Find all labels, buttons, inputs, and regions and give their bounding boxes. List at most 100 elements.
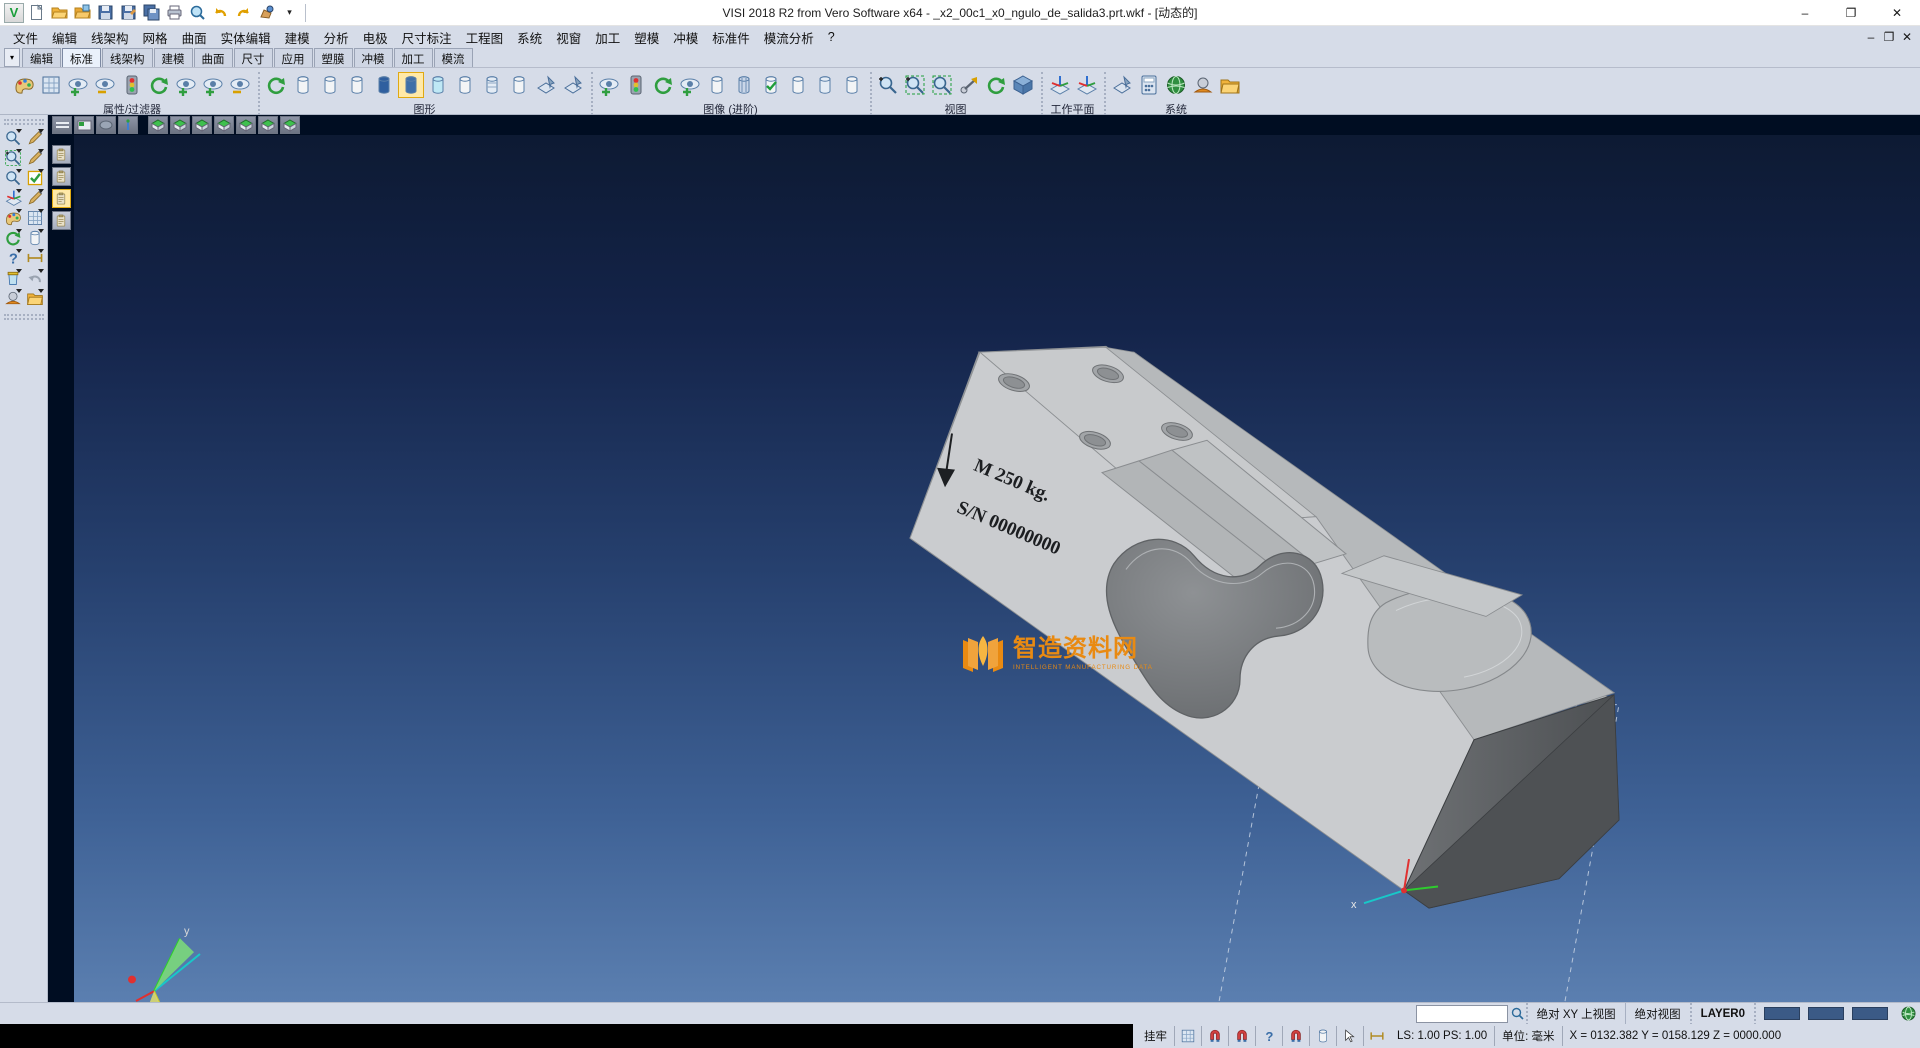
view-iso-icon[interactable]	[280, 116, 300, 134]
print-icon[interactable]	[164, 2, 185, 23]
menu-item-1[interactable]: 编辑	[45, 26, 84, 49]
mdi-restore-button[interactable]: ❐	[1880, 29, 1898, 45]
select-check-icon[interactable]	[24, 168, 46, 188]
traffic-light-advanced-icon[interactable]	[623, 72, 649, 98]
solid-tool-icon[interactable]	[24, 228, 46, 248]
zoom-tool-icon[interactable]	[2, 128, 24, 148]
new-file-icon[interactable]	[26, 2, 47, 23]
view-front-icon[interactable]	[170, 116, 190, 134]
zoom-window-tool-icon[interactable]	[2, 148, 24, 168]
close-button[interactable]: ✕	[1874, 0, 1920, 26]
menu-item-14[interactable]: 塑模	[627, 26, 666, 49]
open-folder-icon[interactable]	[49, 2, 70, 23]
add-visible-icon[interactable]	[200, 72, 226, 98]
point-snap-icon[interactable]	[1286, 1026, 1306, 1046]
menu-item-7[interactable]: 分析	[317, 26, 356, 49]
customize-dropdown-icon[interactable]: ▾	[279, 2, 300, 23]
ribbon-tab-6[interactable]: 应用	[274, 48, 313, 67]
paint-icon[interactable]	[256, 2, 277, 23]
menu-item-17[interactable]: 模流分析	[757, 26, 821, 49]
workplane-define-icon[interactable]	[1046, 72, 1072, 98]
view-back-icon[interactable]	[214, 116, 234, 134]
color-swatch-1[interactable]	[1764, 1007, 1800, 1020]
status-layer[interactable]: LAYER0	[1690, 1003, 1754, 1025]
menu-item-16[interactable]: 标准件	[705, 26, 757, 49]
menu-item-11[interactable]: 系统	[510, 26, 549, 49]
dropdown-arrow-icon[interactable]	[16, 169, 22, 173]
render-setup-icon[interactable]	[533, 72, 559, 98]
help-tool-icon[interactable]: ?	[2, 248, 24, 268]
delete-tool-icon[interactable]	[2, 268, 24, 288]
toolbar-grip-bottom[interactable]	[4, 314, 44, 320]
dropdown-arrow-icon[interactable]	[38, 289, 44, 293]
dropdown-arrow-icon[interactable]	[38, 269, 44, 273]
open-recent-icon[interactable]	[72, 2, 93, 23]
clipboard-active-icon[interactable]	[52, 189, 71, 208]
status-search-box[interactable]	[1416, 1005, 1508, 1023]
refresh-view-icon[interactable]	[146, 72, 172, 98]
file-manager-icon[interactable]	[1217, 72, 1243, 98]
save-icon[interactable]	[95, 2, 116, 23]
hidden-line-view-icon[interactable]	[317, 72, 343, 98]
edit-pencil-icon[interactable]	[24, 188, 46, 208]
rotate-view-icon[interactable]	[983, 72, 1009, 98]
striped-solid-icon[interactable]	[731, 72, 757, 98]
clipboard-copy-icon[interactable]	[52, 145, 71, 164]
clipboard-list-icon[interactable]	[52, 211, 71, 230]
globe-icon[interactable]	[1896, 1006, 1920, 1021]
rotate-tool-icon[interactable]	[2, 228, 24, 248]
zoom-in-icon[interactable]	[875, 72, 901, 98]
redo-icon[interactable]	[233, 2, 254, 23]
zoom-fit-icon[interactable]	[929, 72, 955, 98]
menu-item-15[interactable]: 冲模	[666, 26, 705, 49]
dynamic-view-icon[interactable]	[1010, 72, 1036, 98]
wire-solid-icon[interactable]	[812, 72, 838, 98]
menu-item-4[interactable]: 曲面	[175, 26, 214, 49]
zoom-dynamic-tool-icon[interactable]	[2, 168, 24, 188]
menu-item-0[interactable]: 文件	[6, 26, 45, 49]
undo-tool-icon[interactable]	[24, 268, 46, 288]
view-list-icon[interactable]	[52, 116, 72, 134]
draw-line-icon[interactable]	[24, 128, 46, 148]
grid-tool-icon[interactable]	[24, 208, 46, 228]
dropdown-arrow-icon[interactable]	[38, 249, 44, 253]
status-view-type[interactable]: 绝对视图	[1625, 1003, 1690, 1025]
view-render-icon[interactable]	[96, 116, 116, 134]
menu-item-9[interactable]: 尺寸标注	[395, 26, 459, 49]
dropdown-arrow-icon[interactable]	[16, 249, 22, 253]
measure-status-icon[interactable]	[1367, 1026, 1387, 1046]
minimize-button[interactable]: –	[1782, 0, 1828, 26]
search-input[interactable]	[1419, 1008, 1505, 1020]
dropdown-arrow-icon[interactable]	[38, 209, 44, 213]
construction-snap-icon[interactable]	[1232, 1026, 1252, 1046]
hide-entity-icon[interactable]	[92, 72, 118, 98]
3d-viewport[interactable]: x y x	[74, 135, 1920, 1002]
tab-dropdown-icon[interactable]: ▾	[4, 48, 20, 67]
isometric-solid-icon[interactable]	[839, 72, 865, 98]
dropdown-arrow-icon[interactable]	[38, 129, 44, 133]
traffic-light-filter-icon[interactable]	[119, 72, 145, 98]
check-solid-icon[interactable]	[758, 72, 784, 98]
view-left-icon[interactable]	[236, 116, 256, 134]
ribbon-tab-0[interactable]: 编辑	[22, 48, 61, 67]
status-view-mode[interactable]: 绝对 XY 上视图	[1526, 1003, 1625, 1025]
dropdown-arrow-icon[interactable]	[38, 189, 44, 193]
dropdown-arrow-icon[interactable]	[16, 149, 22, 153]
pan-icon[interactable]	[956, 72, 982, 98]
color-swatch-3[interactable]	[1852, 1007, 1888, 1020]
color-swatch-2[interactable]	[1808, 1007, 1844, 1020]
toggle-visibility-icon[interactable]	[173, 72, 199, 98]
search-icon[interactable]	[187, 2, 208, 23]
dropdown-arrow-icon[interactable]	[38, 169, 44, 173]
zoom-window-icon[interactable]	[902, 72, 928, 98]
calculator-icon[interactable]	[1136, 72, 1162, 98]
workplane-tool-icon[interactable]	[2, 188, 24, 208]
dropdown-arrow-icon[interactable]	[16, 269, 22, 273]
display-options-icon[interactable]	[560, 72, 586, 98]
view-right-icon[interactable]	[192, 116, 212, 134]
toggle-blank-icon[interactable]	[677, 72, 703, 98]
color-tool-icon[interactable]	[2, 208, 24, 228]
solid-properties-icon[interactable]	[785, 72, 811, 98]
add-blank-icon[interactable]	[596, 72, 622, 98]
ribbon-tab-3[interactable]: 建模	[154, 48, 193, 67]
